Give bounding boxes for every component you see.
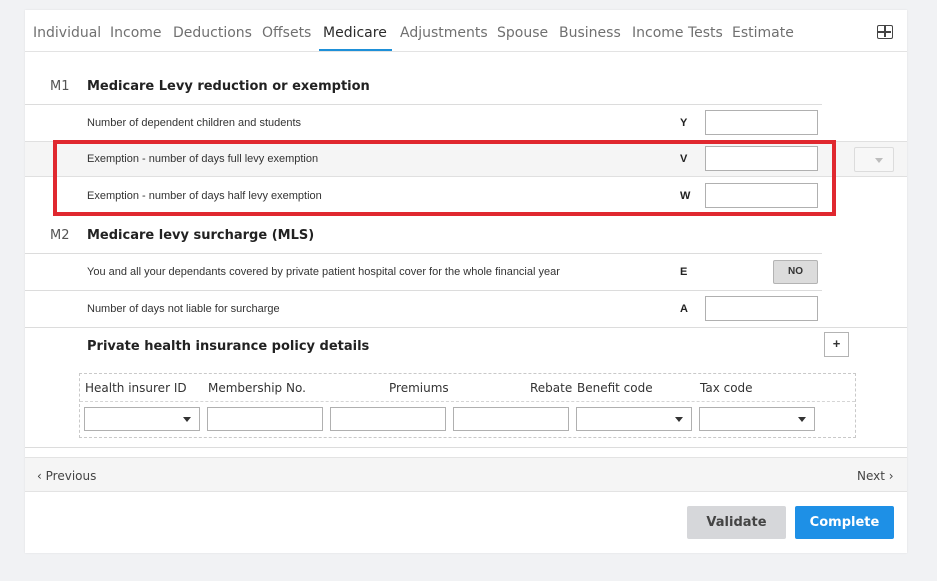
m2-title: Medicare levy surcharge (MLS) xyxy=(87,228,315,243)
benefit-code-select[interactable] xyxy=(576,407,692,431)
col-rebate: Rebate xyxy=(530,381,573,395)
add-policy-button[interactable]: + xyxy=(824,332,849,357)
tab-deductions[interactable]: Deductions xyxy=(173,25,252,41)
chevron-left-icon: ‹ xyxy=(37,469,42,483)
tab-individual[interactable]: Individual xyxy=(33,25,101,41)
validate-button[interactable]: Validate xyxy=(687,506,786,539)
tab-estimate[interactable]: Estimate xyxy=(732,25,794,41)
col-tax-code: Tax code xyxy=(700,381,753,395)
tab-adjustments[interactable]: Adjustments xyxy=(400,25,488,41)
days-not-liable-input[interactable] xyxy=(705,296,818,321)
divider xyxy=(25,327,907,328)
row-dependent-children: Number of dependent children and student… xyxy=(25,104,822,141)
col-health-insurer-id: Health insurer ID xyxy=(85,381,187,395)
tab-medicare[interactable]: Medicare xyxy=(319,25,392,51)
private-cover-toggle[interactable]: NO xyxy=(773,260,818,284)
grid-icon[interactable] xyxy=(877,25,893,39)
previous-button[interactable]: ‹ Previous xyxy=(37,469,96,483)
row-label: Number of days not liable for surcharge xyxy=(87,303,280,315)
row-days-not-liable: Number of days not liable for surcharge … xyxy=(25,290,822,327)
previous-label: Previous xyxy=(45,469,97,483)
dependent-children-input[interactable] xyxy=(705,110,818,135)
tax-return-card: Individual Income Deductions Offsets Med… xyxy=(25,10,907,553)
divider xyxy=(25,447,907,448)
row-label: Number of dependent children and student… xyxy=(87,117,302,129)
next-label: Next xyxy=(857,469,885,483)
col-membership-no: Membership No. xyxy=(208,381,306,395)
membership-no-input[interactable] xyxy=(207,407,323,431)
premiums-input[interactable] xyxy=(330,407,446,431)
chevron-right-icon: › xyxy=(888,469,894,483)
row-options-dropdown[interactable] xyxy=(854,147,894,172)
policy-table: Health insurer ID Membership No. Premium… xyxy=(79,373,856,438)
policy-head-divider xyxy=(80,401,855,402)
tab-income[interactable]: Income xyxy=(110,25,162,41)
tab-business[interactable]: Business xyxy=(559,25,621,41)
col-benefit-code: Benefit code xyxy=(577,381,653,395)
next-button[interactable]: Next › xyxy=(857,469,894,483)
health-insurer-id-select[interactable] xyxy=(84,407,200,431)
row-private-cover: You and all your dependants covered by p… xyxy=(25,253,822,290)
highlight-annotation-box xyxy=(53,140,836,216)
m2-code: M2 xyxy=(50,228,70,243)
row-code: A xyxy=(680,303,688,315)
row-label: You and all your dependants covered by p… xyxy=(87,266,560,278)
rebate-input[interactable] xyxy=(453,407,569,431)
m1-code: M1 xyxy=(50,79,70,94)
row-code: Y xyxy=(680,117,688,129)
pager-bar: ‹ Previous Next › xyxy=(25,457,907,492)
tab-spouse[interactable]: Spouse xyxy=(497,25,548,41)
tax-code-select[interactable] xyxy=(699,407,815,431)
policy-title: Private health insurance policy details xyxy=(87,339,370,354)
tab-income-tests[interactable]: Income Tests xyxy=(632,25,723,41)
tab-bar: Individual Income Deductions Offsets Med… xyxy=(25,10,907,52)
row-code: E xyxy=(680,266,688,278)
tab-offsets[interactable]: Offsets xyxy=(262,25,311,41)
m1-title: Medicare Levy reduction or exemption xyxy=(87,79,370,94)
col-premiums: Premiums xyxy=(389,381,449,395)
complete-button[interactable]: Complete xyxy=(795,506,894,539)
